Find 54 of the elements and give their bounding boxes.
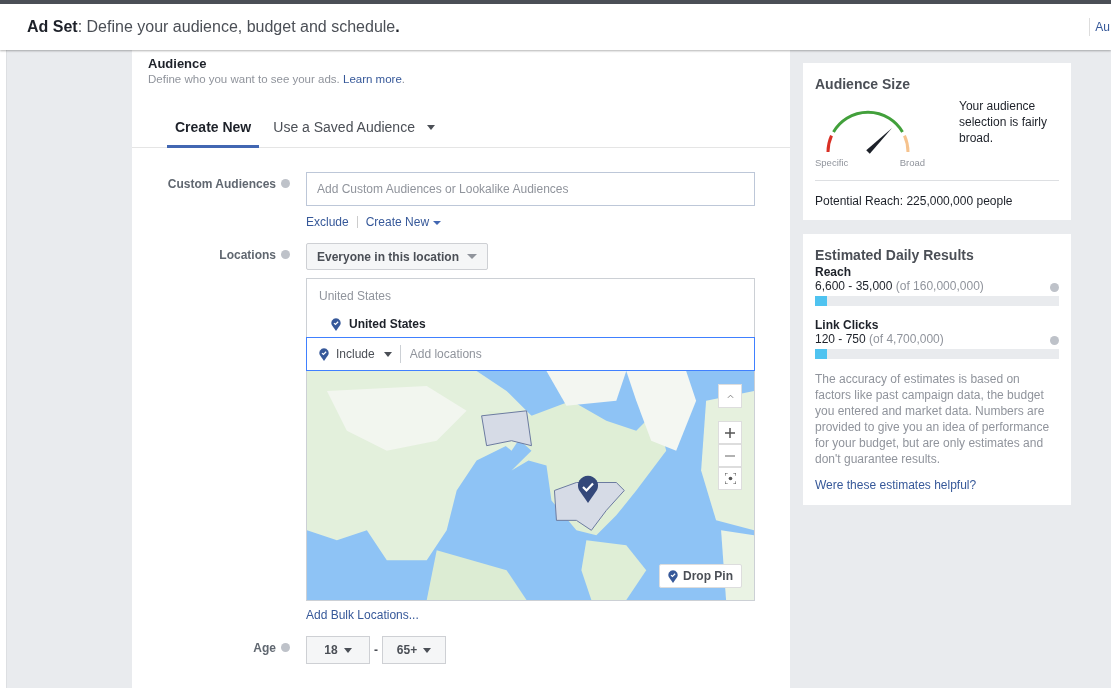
field-label: Age <box>253 641 276 655</box>
chevron-up-icon <box>726 393 734 399</box>
card-title: Audience Size <box>815 76 911 92</box>
gauge-label: Specific <box>815 157 849 168</box>
estimates-note: The accuracy of estimates is based on factors like past campaign data, the budget you entered and market data. Numbers are provided to give you an idea of performance for your budget, but are only estimates and don't guarantee results. <box>815 371 1051 467</box>
info-icon <box>1050 282 1059 292</box>
audience-link[interactable]: Create New <box>365 215 442 229</box>
max-age-dropdown[interactable]: 65+ <box>382 636 446 664</box>
add-bulk-locations-link[interactable]: Add Bulk Locations... <box>306 608 419 622</box>
caret-icon <box>383 351 392 357</box>
section-title: Audience <box>148 56 208 71</box>
metric-range: 120 - 750 (of 4,700,000) <box>815 332 944 346</box>
page-title: Ad Set: Define your audience, budget and schedule. <box>27 18 400 36</box>
selected-location[interactable]: United States <box>349 317 426 331</box>
audience-summary: Your audience selection is fairly broad. <box>959 98 1049 146</box>
info-icon <box>281 250 290 259</box>
field-label: Locations <box>219 248 276 262</box>
header-link[interactable]: Au <box>1089 18 1110 36</box>
caret-icon <box>423 647 432 653</box>
recenter-button[interactable] <box>718 467 742 490</box>
caret-icon <box>343 647 352 653</box>
map-marker-icon <box>577 475 599 503</box>
metric-name: Reach <box>815 265 853 279</box>
map-pin-icon <box>331 317 341 331</box>
metric-range: 6,600 - 35,000 (of 160,000,000) <box>815 279 984 293</box>
potential-reach: Potential Reach: 225,000,000 people <box>815 194 1014 208</box>
location-type-dropdown[interactable]: Everyone in this location <box>306 243 489 270</box>
plus-icon <box>725 427 735 438</box>
drop-pin-button[interactable]: Drop Pin <box>659 564 742 588</box>
metric-name: Link Clicks <box>815 318 880 332</box>
field-label: Custom Audiences <box>167 177 276 191</box>
min-age-dropdown[interactable]: 18 <box>306 636 370 664</box>
age-separator: - <box>374 643 378 657</box>
map-pin-icon <box>319 347 329 361</box>
gauge-label: Broad <box>899 157 925 168</box>
info-icon <box>281 643 290 652</box>
caret-icon <box>467 254 478 259</box>
info-icon <box>281 179 290 188</box>
learn-more-link[interactable]: Learn more <box>343 73 402 85</box>
location-group-title: United States <box>319 289 393 303</box>
map-pin-icon <box>668 569 678 583</box>
custom-audiences-field[interactable]: Add Custom Audiences or Lookalike Audiences <box>306 172 755 206</box>
include-dropdown[interactable]: Include <box>319 345 401 363</box>
feedback-link[interactable]: Were these estimates helpful? <box>815 478 977 492</box>
tab[interactable]: Use a Saved Audience <box>265 115 443 148</box>
recenter-icon <box>724 473 736 484</box>
info-icon <box>1050 335 1059 345</box>
section-description: Define who you want to see your ads. Learn more. <box>148 73 406 85</box>
zoom-in-button[interactable] <box>718 421 742 444</box>
audience-link[interactable]: Exclude <box>306 215 349 229</box>
add-locations-field[interactable]: Include Add locations <box>306 337 755 371</box>
card-title: Estimated Daily Results <box>815 247 975 263</box>
zoom-out-button[interactable] <box>718 444 742 467</box>
tab[interactable]: Create New <box>167 115 260 148</box>
